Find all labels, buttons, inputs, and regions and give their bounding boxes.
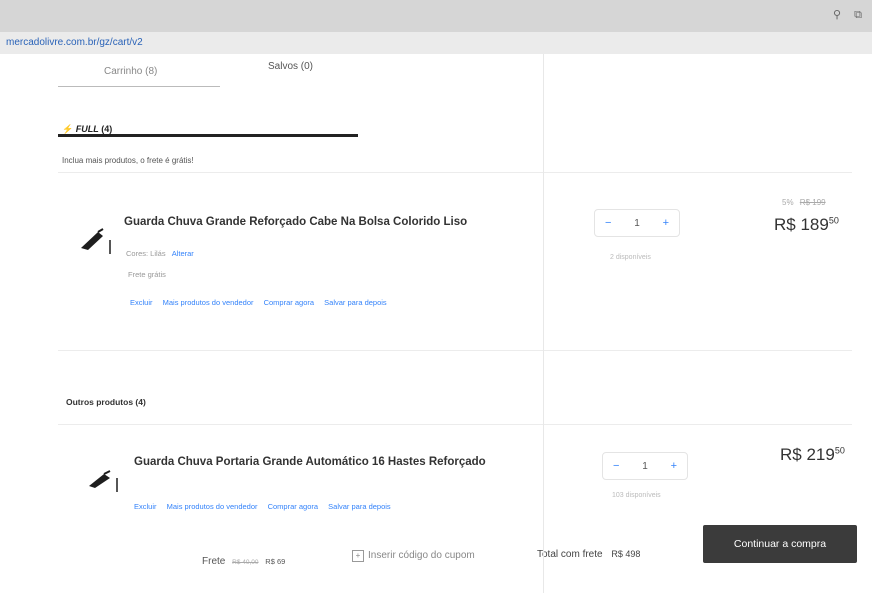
product-actions: Excluir Mais produtos do vendedor Compra…	[130, 298, 395, 307]
total-label: Total com frete	[537, 549, 603, 560]
price: R$ 21950	[780, 445, 845, 465]
seller-products-link[interactable]: Mais produtos do vendedor	[163, 298, 254, 307]
coupon-text[interactable]: Inserir código do cupom	[368, 550, 475, 561]
umbrella-thumbnail[interactable]	[86, 466, 120, 496]
tab-saved[interactable]: Salvos (0)	[268, 61, 313, 72]
full-progress-bar	[58, 134, 358, 137]
umbrella-thumbnail[interactable]	[78, 226, 112, 256]
browser-icons: ⚲ ⧉	[823, 8, 862, 22]
cart-page: Carrinho (8) Salvos (0) ⚡ FULL (4) Inclu…	[0, 54, 872, 593]
quantity-stepper[interactable]: − 1 +	[602, 452, 688, 480]
tab-cart-underline	[58, 86, 220, 87]
stock-available: 2 disponíveis	[610, 254, 651, 261]
price-cents: 50	[834, 445, 845, 456]
divider	[58, 350, 852, 351]
full-count: (4)	[101, 124, 113, 134]
variant-text: Cores: Lilás	[126, 249, 166, 258]
divider	[58, 424, 852, 425]
price-cents: 50	[828, 215, 839, 226]
share-icon[interactable]: ⧉	[854, 9, 862, 21]
coupon-link[interactable]: + Inserir código do cupom	[352, 550, 475, 562]
column-divider	[543, 54, 544, 593]
price-main: R$ 219	[780, 445, 835, 464]
qty-value[interactable]: 1	[642, 461, 648, 472]
shipping-old-price: R$ 40,00	[232, 559, 259, 566]
total-summary: Total com frete R$ 498	[537, 549, 640, 560]
old-price-value: R$ 199	[799, 198, 826, 207]
address-bar[interactable]: mercadolivre.com.br/gz/cart/v2	[0, 32, 872, 55]
product-title[interactable]: Guarda Chuva Portaria Grande Automático …	[134, 456, 486, 468]
divider	[58, 172, 852, 173]
discount-badge: 5%	[782, 198, 794, 207]
product-shipping: Frete grátis	[128, 270, 166, 279]
plus-icon: +	[352, 550, 364, 562]
shipping-label: Frete	[202, 556, 226, 567]
full-brand: FULL	[75, 124, 99, 134]
qty-value[interactable]: 1	[634, 218, 640, 229]
old-price: 5% R$ 199	[782, 198, 826, 207]
delete-link[interactable]: Excluir	[130, 298, 153, 307]
product-actions: Excluir Mais produtos do vendedor Compra…	[134, 502, 399, 511]
delete-link[interactable]: Excluir	[134, 502, 157, 511]
qty-decrease-button[interactable]: −	[605, 217, 611, 229]
free-shipping-promo: Inclua mais produtos, o frete é grátis!	[62, 156, 194, 165]
tab-cart[interactable]: Carrinho (8)	[104, 66, 157, 77]
price: R$ 18950	[774, 215, 839, 235]
price-main: R$ 189	[774, 215, 829, 234]
change-variant-link[interactable]: Alterar	[172, 249, 194, 258]
buy-now-link[interactable]: Comprar agora	[268, 502, 318, 511]
product-variant: Cores: Lilás Alterar	[126, 249, 194, 258]
continue-purchase-button[interactable]: Continuar a compra	[703, 525, 857, 563]
other-products-title: Outros produtos (4)	[66, 397, 146, 407]
search-icon[interactable]: ⚲	[833, 9, 841, 21]
qty-decrease-button[interactable]: −	[613, 460, 619, 472]
total-value: R$ 498	[611, 549, 641, 559]
url-text[interactable]: mercadolivre.com.br/gz/cart/v2	[6, 37, 143, 48]
product-title[interactable]: Guarda Chuva Grande Reforçado Cabe Na Bo…	[124, 216, 467, 228]
buy-now-link[interactable]: Comprar agora	[264, 298, 314, 307]
qty-increase-button[interactable]: +	[671, 460, 677, 472]
shipping-price: R$ 69	[265, 557, 286, 566]
save-for-later-link[interactable]: Salvar para depois	[328, 502, 391, 511]
lightning-icon: ⚡	[62, 124, 74, 134]
stock-available: 103 disponíveis	[612, 492, 661, 499]
seller-products-link[interactable]: Mais produtos do vendedor	[167, 502, 258, 511]
save-for-later-link[interactable]: Salvar para depois	[324, 298, 387, 307]
quantity-stepper[interactable]: − 1 +	[594, 209, 680, 237]
cart-summary-bar: Frete R$ 40,00 R$ 69 + Inserir código do …	[0, 525, 872, 593]
shipping-summary: Frete R$ 40,00 R$ 69	[202, 556, 285, 567]
browser-titlebar: ⚲ ⧉	[0, 0, 872, 32]
qty-increase-button[interactable]: +	[663, 217, 669, 229]
